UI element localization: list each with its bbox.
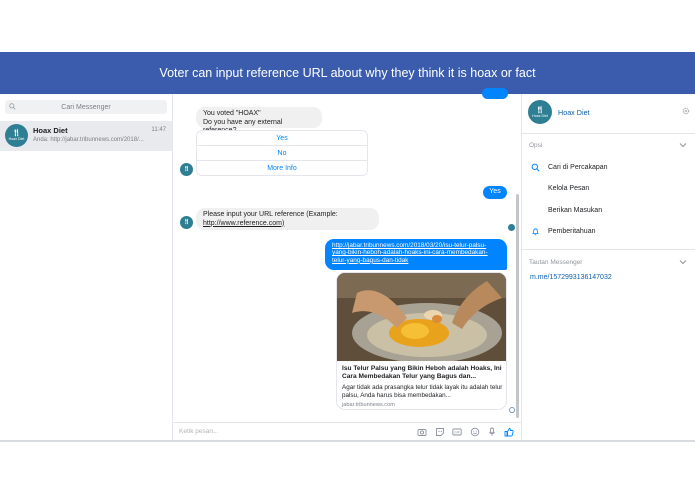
thumbs-up-icon[interactable] <box>504 427 514 437</box>
microphone-icon[interactable] <box>487 427 497 437</box>
bot-message-line: You voted "HOAX" <box>203 110 261 117</box>
user-link-text[interactable]: http://jabar.tribunnews.com/2018/03/20/i… <box>332 242 488 264</box>
details-header: 🍴︎ Hoax Diet Hoax Diet <box>522 94 695 134</box>
caption-text: Voter can input reference URL about why … <box>159 66 536 80</box>
user-reply-text: Yes <box>489 188 501 196</box>
link-preview-title: Isu Telur Palsu yang Bikin Heboh adalah … <box>342 365 502 380</box>
conversation-preview: Anda: http://jabar.tribunnews.com/2018/.… <box>33 137 144 143</box>
bot-avatar: 🍴︎ <box>180 163 193 176</box>
avatar: 🍴︎ Hoax Diet <box>528 100 552 124</box>
previous-message-bubble <box>482 88 508 99</box>
fork-knife-icon: 🍴︎ <box>535 106 545 114</box>
fork-knife-icon: 🍴︎ <box>183 219 190 225</box>
search-icon <box>531 163 540 172</box>
messenger-link[interactable]: m.me/1572993136147032 <box>530 274 612 281</box>
details-panel: 🍴︎ Hoax Diet Hoax Diet Opsi Cari di Perc… <box>521 94 695 440</box>
avatar-label: Hoax Diet <box>532 113 548 118</box>
option-notifications[interactable]: Pemberitahuan <box>548 228 595 235</box>
example-link[interactable]: http://www.reference.com) <box>203 220 372 229</box>
chevron-down-icon[interactable] <box>679 142 687 148</box>
bell-icon <box>532 228 539 236</box>
chevron-down-icon[interactable] <box>679 259 687 265</box>
emoji-icon[interactable] <box>470 427 480 437</box>
caption-banner: Voter can input reference URL about why … <box>0 52 695 94</box>
avatar: 🍴︎ Hoax Diet <box>5 124 28 147</box>
egg-photo-illustration <box>337 273 506 361</box>
option-give-feedback[interactable]: Berikan Masukan <box>548 207 602 214</box>
camera-icon[interactable] <box>417 427 427 437</box>
conversation-item-hoax-diet[interactable]: 🍴︎ Hoax Diet Hoax Diet 11:47 Anda: http:… <box>0 121 172 151</box>
sent-status-icon <box>509 407 515 413</box>
option-manage-messages[interactable]: Kelola Pesan <box>548 185 589 192</box>
link-preview-description: Agar tidak ada prasangka telur tidak lay… <box>342 384 503 399</box>
conversation-time: 11:47 <box>151 127 166 133</box>
conversation-sidebar: Cari Messenger 🍴︎ Hoax Diet Hoax Diet 11… <box>0 94 173 440</box>
quick-reply-no[interactable]: No <box>196 145 368 161</box>
contact-name[interactable]: Hoax Diet <box>558 108 590 117</box>
fork-knife-icon: 🍴︎ <box>183 166 190 172</box>
search-icon <box>9 103 16 110</box>
conversation-name: Hoax Diet <box>33 126 68 135</box>
composer-bar: Ketik pesan... GIF <box>173 422 521 440</box>
avatar-label: Hoax Diet <box>8 137 25 141</box>
message-input[interactable]: Ketik pesan... <box>179 428 218 435</box>
bot-message-line: Please input your URL reference (Example… <box>203 211 338 218</box>
search-placeholder: Cari Messenger <box>61 103 111 111</box>
link-preview-source: jabar.tribunnews.com <box>342 402 395 408</box>
link-preview-card[interactable]: Isu Telur Palsu yang Bikin Heboh adalah … <box>336 272 507 410</box>
quick-reply-more-info[interactable]: More Info <box>196 160 368 176</box>
sticker-icon[interactable] <box>435 427 445 437</box>
quick-reply-yes[interactable]: Yes <box>196 130 368 146</box>
search-input[interactable]: Cari Messenger <box>5 100 167 114</box>
link-preview-image <box>337 273 506 361</box>
section-divider <box>522 249 695 250</box>
chat-scrollbar[interactable] <box>516 194 519 418</box>
seen-avatar-indicator <box>508 224 515 231</box>
gif-icon[interactable]: GIF <box>452 427 462 437</box>
options-section-title: Opsi <box>529 142 543 149</box>
bot-message-url-request: Please input your URL reference (Example… <box>196 208 379 230</box>
bot-avatar: 🍴︎ <box>180 216 193 229</box>
gear-icon[interactable] <box>681 106 691 116</box>
user-link-message[interactable]: http://jabar.tribunnews.com/2018/03/20/i… <box>325 239 507 270</box>
chat-panel: You voted "HOAX" Do you have any externa… <box>173 88 521 440</box>
messenger-link-section-title: Tautan Messenger <box>529 259 583 266</box>
svg-text:GIF: GIF <box>454 431 461 435</box>
fork-knife-icon: 🍴︎ <box>12 130 21 137</box>
user-reply-bubble: Yes <box>483 186 507 199</box>
screenshot-page: Voter can input reference URL about why … <box>0 0 695 494</box>
bot-message-vote: You voted "HOAX" Do you have any externa… <box>196 107 322 134</box>
messenger-window: Cari Messenger 🍴︎ Hoax Diet Hoax Diet 11… <box>0 88 695 442</box>
option-search-conversation[interactable]: Cari di Percakapan <box>548 164 608 171</box>
